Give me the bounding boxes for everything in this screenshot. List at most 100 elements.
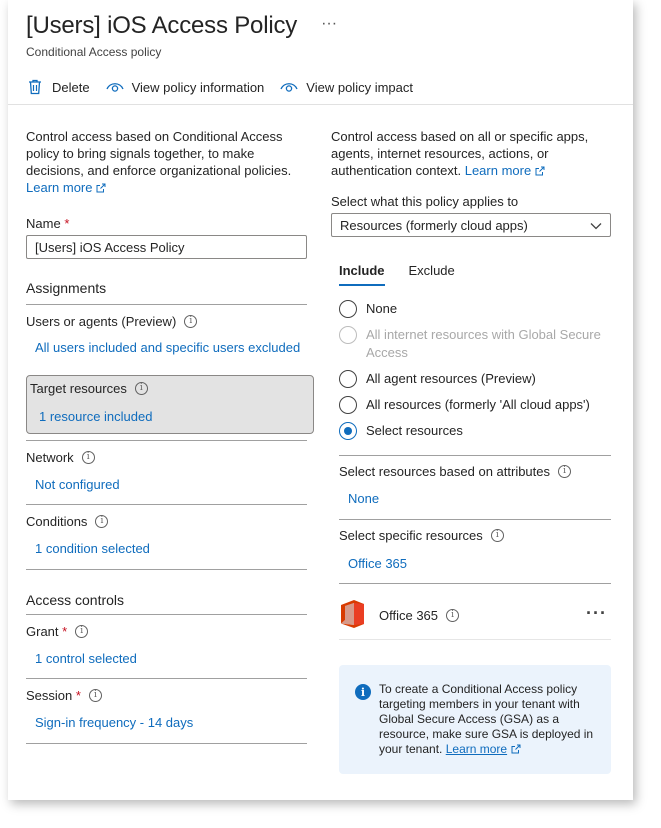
specific-resources-value-link[interactable]: Office 365 [348,556,407,571]
more-options-button[interactable]: ··· [321,15,337,33]
attributes-title: Select resources based on attributes i [339,464,572,479]
info-icon[interactable]: i [446,608,460,622]
radio-button[interactable] [339,422,357,440]
external-link-icon [511,743,521,758]
left-description: Control access based on Conditional Acce… [26,128,307,197]
conditions-title: Conditions i [26,514,109,529]
info-icon: i [355,684,371,700]
info-icon[interactable]: i [134,382,148,395]
info-icon[interactable]: i [558,465,572,478]
applies-to-label: Select what this policy applies to [331,194,519,209]
session-title-text: Session [26,688,73,703]
radio-button[interactable] [339,396,357,414]
session-value-link[interactable]: Sign-in frequency - 14 days [35,715,193,730]
session-title: Session * i [26,688,102,703]
view-policy-impact-button[interactable]: View policy impact [280,78,413,96]
left-learn-more-link[interactable]: Learn more [26,180,106,195]
right-description-text: Control access based on all or specific … [331,129,589,178]
radio-label: All agent resources (Preview) [366,371,536,386]
info-icon[interactable]: i [95,515,109,528]
info-icon[interactable]: i [490,529,504,542]
chevron-down-icon [590,218,602,233]
radio-button [339,326,357,344]
office-logo-icon [339,599,365,632]
conditions-title-text: Conditions [26,514,88,529]
title-row: [Users] iOS Access Policy ··· [26,12,337,40]
grant-title-text: Grant [26,624,59,639]
divider [26,440,307,441]
radio-all-resources[interactable]: All resources (formerly 'All cloud apps'… [339,396,606,414]
required-mark: * [64,216,70,231]
divider [26,504,307,505]
info-icon[interactable]: i [81,451,95,464]
delete-label: Delete [52,79,90,95]
radio-button[interactable] [339,300,357,318]
radio-label: None [366,301,398,316]
divider [26,304,307,305]
users-value-link[interactable]: All users included and specific users ex… [35,340,300,355]
grant-value-link[interactable]: 1 control selected [35,651,137,666]
policy-name-input[interactable] [26,235,307,259]
page-title: [Users] iOS Access Policy [26,12,298,39]
page-subtitle: Conditional Access policy [26,45,162,59]
network-value-link[interactable]: Not configured [35,477,120,492]
more-icon[interactable]: ··· [586,603,607,624]
radio-all-internet-resources: All internet resources with Global Secur… [339,326,606,362]
radio-label: All resources (formerly 'All cloud apps'… [366,397,590,412]
right-learn-more-text: Learn more [464,163,532,178]
trash-icon [26,78,44,96]
tab-include[interactable]: Include [339,263,385,286]
radio-all-agent-resources[interactable]: All agent resources (Preview) [339,370,606,388]
conditions-value-link[interactable]: 1 condition selected [35,541,150,556]
external-link-icon [96,180,106,197]
network-title: Network i [26,450,95,465]
resource-name-text: Office 365 [379,607,439,623]
toolbar: Delete View policy information View poli… [26,78,429,96]
target-title-text: Target resources [30,381,127,396]
attributes-value-link[interactable]: None [348,491,379,506]
tab-exclude[interactable]: Exclude [409,263,455,286]
right-description: Control access based on all or specific … [331,128,613,180]
delete-button[interactable]: Delete [26,78,90,96]
info-icon[interactable]: i [75,625,89,638]
eye-icon [280,78,298,96]
applies-to-dropdown[interactable]: Resources (formerly cloud apps) [331,213,611,237]
radio-label: All internet resources with Global Secur… [366,327,601,360]
view-info-label: View policy information [131,79,265,95]
gsa-info-text: To create a Conditional Access policy ta… [379,682,597,758]
eye-icon [105,78,124,96]
divider [339,519,611,520]
gsa-learn-more-link[interactable]: Learn more [446,742,507,756]
resource-name: Office 365 i [379,607,460,623]
info-icon[interactable]: i [184,315,198,328]
target-resources-value-link[interactable]: 1 resource included [39,409,152,424]
view-policy-information-button[interactable]: View policy information [105,78,265,96]
info-icon[interactable]: i [88,689,102,702]
name-label-text: Name [26,216,61,231]
right-column: Control access based on all or specific … [331,128,613,774]
required-mark: * [62,624,68,639]
radio-select-resources[interactable]: Select resources [339,422,606,440]
radio-none[interactable]: None [339,300,606,318]
network-title-text: Network [26,450,74,465]
radio-button[interactable] [339,370,357,388]
applies-to-value: Resources (formerly cloud apps) [340,217,528,233]
users-title: Users or agents (Preview) i [26,314,198,329]
required-mark: * [75,688,81,703]
policy-panel: [Users] iOS Access Policy ··· Conditiona… [8,0,633,800]
right-learn-more-link[interactable]: Learn more [465,163,545,178]
gsa-learn-more-text: Learn more [445,742,508,756]
view-impact-label: View policy impact [306,79,413,95]
divider [339,455,611,456]
grant-title: Grant * i [26,624,89,639]
resource-row-office-365: Office 365 i ··· [339,593,611,637]
divider [26,678,307,679]
divider [26,614,307,615]
left-column: Control access based on Conditional Acce… [26,128,314,744]
divider [339,639,611,640]
radio-label: Select resources [366,423,463,438]
name-label: Name * [26,216,69,231]
target-resources-title: Target resources i [30,381,148,396]
attributes-title-text: Select resources based on attributes [339,464,551,479]
specific-title-text: Select specific resources [339,528,483,543]
